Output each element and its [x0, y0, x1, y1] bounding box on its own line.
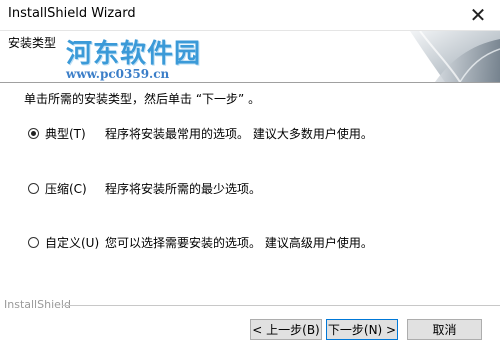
cancel-button[interactable]: 取消	[407, 319, 482, 340]
back-button[interactable]: < 上一步(B)	[250, 319, 322, 340]
option-custom-description: 您可以选择需要安装的选项。 建议高级用户使用。	[105, 236, 373, 250]
page-title: 安装类型	[8, 36, 57, 50]
watermark-url: www.pc0359.cn	[66, 67, 170, 81]
option-compact[interactable]: 压缩(C) 程序将安装所需的最少选项。	[28, 180, 261, 197]
option-compact-description: 程序将安装所需的最少选项。	[105, 182, 262, 196]
instruction-text: 单击所需的安装类型，然后单击 “下一步” 。	[24, 92, 261, 106]
option-compact-label[interactable]: 压缩(C)	[45, 180, 101, 197]
radio-compact[interactable]	[28, 183, 39, 194]
window-title: InstallShield Wizard	[8, 6, 136, 21]
title-bar: InstallShield Wizard ✕	[0, 0, 500, 31]
radio-custom[interactable]	[28, 237, 39, 248]
next-button[interactable]: 下一步(N) >	[326, 319, 398, 340]
header-graphic	[410, 31, 500, 82]
radio-typical[interactable]	[28, 128, 39, 139]
watermark-title: 河东软件园	[66, 39, 202, 69]
option-typical-description: 程序将安装最常用的选项。 建议大多数用户使用。	[105, 127, 373, 141]
option-custom[interactable]: 自定义(U) 您可以选择需要安装的选项。 建议高级用户使用。	[28, 234, 373, 251]
close-icon[interactable]: ✕	[456, 0, 500, 30]
installshield-brand: InstallShield	[4, 298, 71, 311]
option-typical-label[interactable]: 典型(T)	[45, 125, 101, 142]
footer-divider	[62, 305, 500, 306]
wizard-header: 河东软件园 www.pc0359.cn 安装类型	[0, 31, 500, 83]
option-typical[interactable]: 典型(T) 程序将安装最常用的选项。 建议大多数用户使用。	[28, 125, 373, 142]
option-custom-label[interactable]: 自定义(U)	[45, 234, 101, 251]
